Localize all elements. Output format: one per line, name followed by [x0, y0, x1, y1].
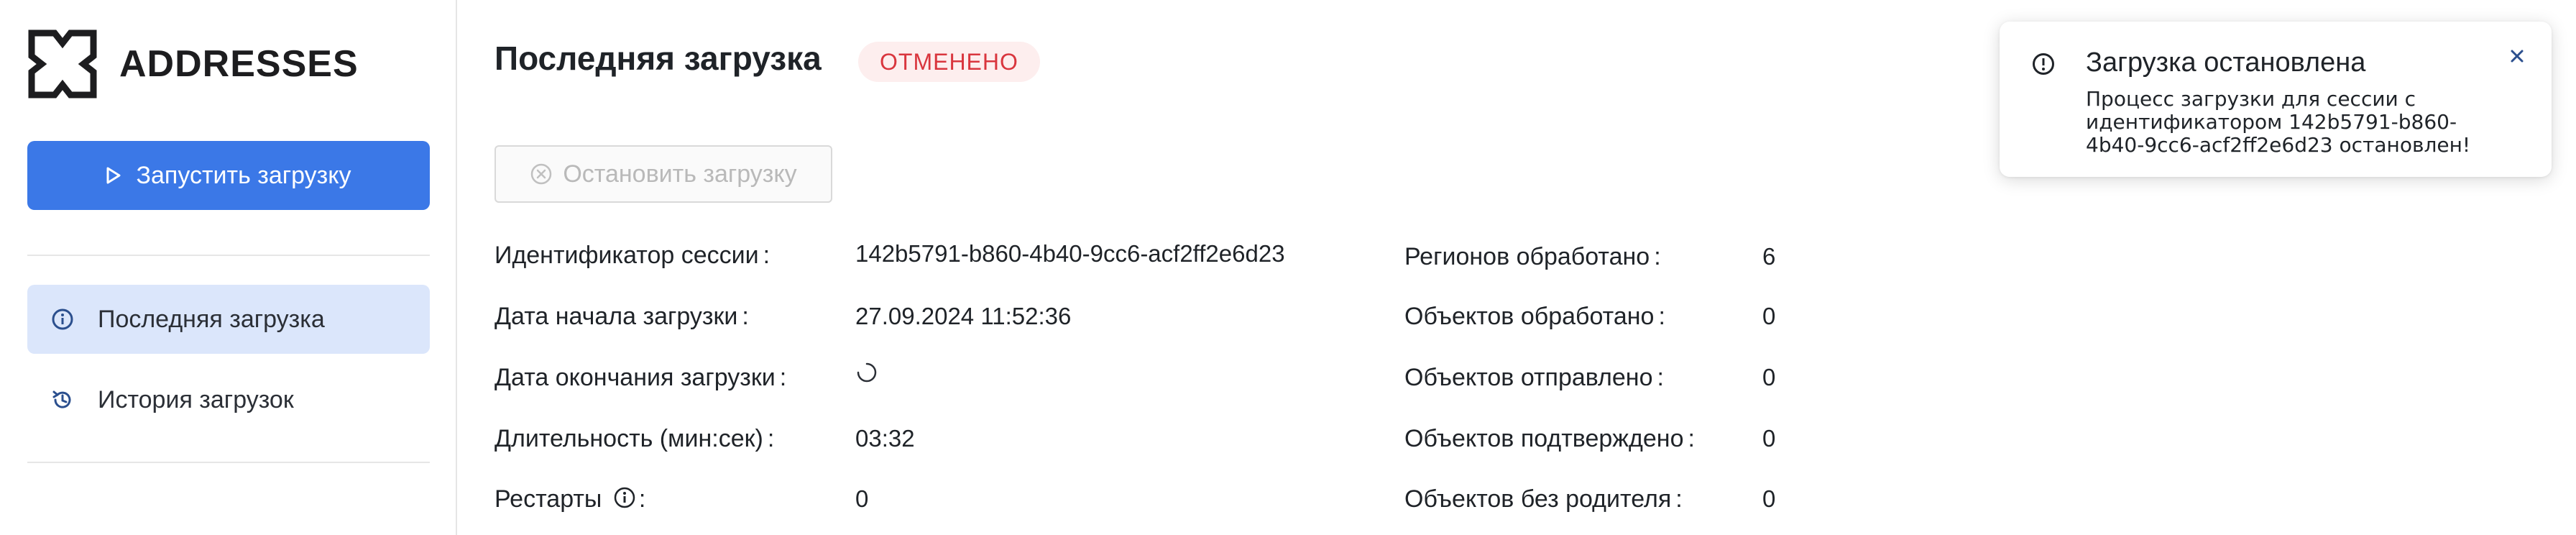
- info-value-objects-without-parent: 0: [1762, 485, 1776, 512]
- sidebar-item-label: История загрузок: [98, 385, 294, 413]
- toast-message: Процесс загрузки для сессии с идентифика…: [2086, 87, 2471, 157]
- info-label-session-id: Идентификатор сессии:: [494, 242, 770, 269]
- sidebar-item-upload-history[interactable]: История загрузок: [27, 365, 430, 434]
- info-label-regions-processed: Регионов обработано:: [1404, 243, 1661, 270]
- info-label-objects-without-parent: Объектов без родителя:: [1404, 485, 1683, 513]
- close-circle-icon: [530, 163, 553, 186]
- toast-title: Загрузка остановлена: [2086, 47, 2366, 78]
- app-root: ADDRESSES Запустить загрузку Последняя з…: [0, 0, 2576, 535]
- loading-spinner-icon: [855, 361, 878, 388]
- info-value-restarts: 0: [855, 485, 869, 512]
- notification-toast: Загрузка остановлена Процесс загрузки дл…: [2000, 22, 2552, 177]
- info-label-start-date: Дата начала загрузки:: [494, 303, 749, 330]
- info-label-end-date: Дата окончания загрузки:: [494, 364, 787, 391]
- start-upload-label: Запустить загрузку: [136, 161, 351, 189]
- info-circle-icon[interactable]: [613, 486, 636, 516]
- info-value-duration: 03:32: [855, 425, 915, 452]
- start-upload-button[interactable]: Запустить загрузку: [27, 141, 430, 210]
- info-label-objects-sent: Объектов отправлено:: [1404, 364, 1664, 391]
- info-value-regions-processed: 6: [1762, 243, 1776, 270]
- stop-upload-button[interactable]: Остановить загрузку: [494, 145, 832, 203]
- history-icon: [50, 388, 75, 412]
- page-title: Последняя загрузка: [494, 40, 822, 77]
- logo-icon: [28, 29, 97, 99]
- info-label-duration: Длительность (мин:сек):: [494, 425, 775, 452]
- play-icon: [106, 166, 121, 185]
- alert-circle-icon: [2031, 52, 2056, 80]
- logo-text: ADDRESSES: [119, 43, 359, 85]
- sidebar-item-last-upload[interactable]: Последняя загрузка: [27, 285, 430, 354]
- stop-upload-label: Остановить загрузку: [563, 160, 797, 188]
- logo[interactable]: ADDRESSES: [27, 29, 359, 99]
- info-value-objects-confirmed: 0: [1762, 425, 1776, 452]
- info-value-objects-processed: 0: [1762, 303, 1776, 329]
- sidebar-divider: [27, 462, 430, 463]
- info-label-restarts: Рестарты :: [494, 485, 645, 516]
- info-value-session-id: 142b5791-b860-4b40-9cc6-acf2ff2e6d23: [855, 240, 1285, 267]
- sidebar-item-label: Последняя загрузка: [98, 305, 325, 333]
- sidebar-divider: [27, 255, 430, 256]
- sidebar: ADDRESSES Запустить загрузку Последняя з…: [0, 0, 457, 535]
- info-label-objects-processed: Объектов обработано:: [1404, 303, 1665, 330]
- close-icon[interactable]: [2503, 42, 2531, 70]
- status-badge: ОТМЕНЕНО: [858, 42, 1040, 82]
- info-circle-icon: [50, 307, 75, 331]
- info-value-objects-sent: 0: [1762, 364, 1776, 390]
- info-label-objects-confirmed: Объектов подтверждено:: [1404, 425, 1695, 452]
- info-value-start-date: 27.09.2024 11:52:36: [855, 303, 1072, 329]
